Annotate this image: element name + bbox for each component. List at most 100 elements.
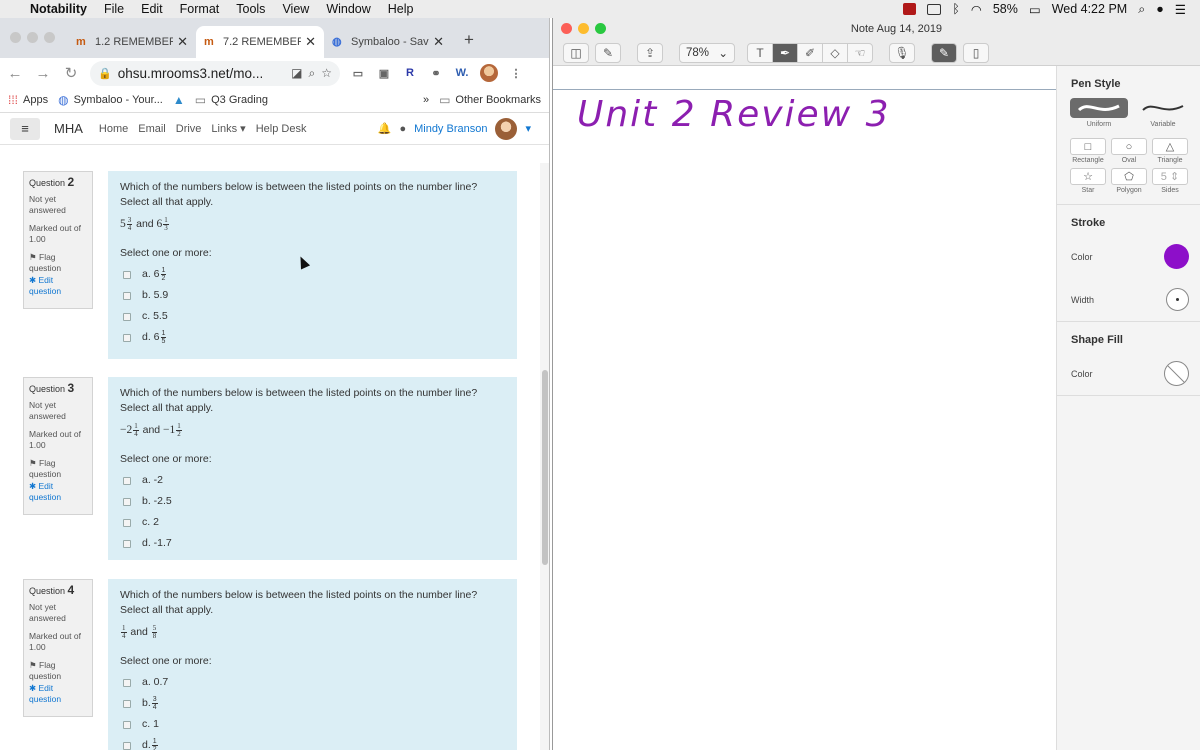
lock-icon[interactable]: 🔒 [98,67,112,80]
answer-option[interactable]: c. 1 [120,714,505,735]
answer-checkbox[interactable] [123,678,131,687]
answer-checkbox[interactable] [123,291,131,300]
answer-option[interactable]: c. 2 [120,512,505,533]
browser-tab-1[interactable]: m 1.2 REMEMBER TI ✕ [68,26,196,58]
battery-icon[interactable]: ▭ [1029,2,1041,17]
sidebar-toggle-icon[interactable]: ◫ [563,42,589,63]
bookmark-star-icon[interactable]: ☆ [321,66,332,80]
recording-icon[interactable] [903,3,917,15]
cast-extension-icon[interactable]: ▭ [350,67,366,80]
hamburger-menu-icon[interactable]: ≡ [10,117,40,140]
pages-panel-icon[interactable]: ▯ [963,42,989,63]
answer-option[interactable]: c. 5.5 [120,306,505,327]
share-icon[interactable]: ⇪ [637,42,663,63]
clock[interactable]: Wed 4:22 PM [1052,2,1128,16]
answer-checkbox[interactable] [123,720,131,729]
no-fill-swatch-icon[interactable] [1164,361,1189,386]
answer-checkbox[interactable] [123,270,131,279]
answer-option[interactable]: b. -2.5 [120,491,505,512]
user-name[interactable]: Mindy Branson [414,123,487,135]
answer-checkbox[interactable] [123,497,131,506]
siri-icon[interactable]: ● [1156,2,1164,16]
share-extension-icon[interactable]: ⚭ [428,67,444,80]
reload-icon[interactable]: ↻ [62,64,80,82]
bookmark-tree[interactable]: ▲ [173,93,185,107]
answer-option[interactable]: a. 0.7 [120,672,505,693]
answer-checkbox[interactable] [123,476,131,485]
answer-option[interactable]: a. 612 [120,264,505,285]
scrollbar-thumb[interactable] [542,370,548,565]
minimize-window-button[interactable] [27,32,38,43]
bookmark-q3-grading[interactable]: ▭ Q3 Grading [195,93,268,107]
text-tool-icon[interactable]: T [747,42,773,63]
w-extension-icon[interactable]: W. [454,67,470,79]
user-menu-caret-icon[interactable]: ▾ [525,122,531,135]
profile-avatar[interactable] [480,64,498,82]
pen-settings-icon[interactable]: ✎ [931,42,957,63]
answer-checkbox[interactable] [123,312,131,321]
back-icon[interactable]: ← [6,65,24,82]
nav-help-desk[interactable]: Help Desk [256,123,307,135]
sides-value[interactable]: 5 ⇕ [1152,168,1188,185]
highlighter-tool-icon[interactable]: ✐ [797,42,823,63]
edit-question[interactable]: ✱ Edit question [29,275,87,298]
edit-question[interactable]: ✱ Edit question [29,481,87,504]
edit-question[interactable]: ✱ Edit question [29,683,87,706]
answer-option[interactable]: a. -2 [120,470,505,491]
bookmarks-overflow[interactable]: » [423,94,429,106]
spotlight-search-icon[interactable]: ⌕ [1138,2,1145,17]
other-bookmarks[interactable]: ▭ Other Bookmarks [439,93,541,107]
menu-help[interactable]: Help [388,2,414,16]
menu-edit[interactable]: Edit [141,2,163,16]
lasso-tool-icon[interactable]: ☜ [847,42,873,63]
eraser-tool-icon[interactable]: ◇ [822,42,848,63]
notification-bell-icon[interactable]: 🔔 [378,122,392,135]
extension-icon[interactable]: ▣ [376,67,392,80]
answer-checkbox[interactable] [123,518,131,527]
zoom-select[interactable]: 78% ⌄ [679,42,735,63]
pen-tool-icon[interactable]: ✒ [772,42,798,63]
answer-checkbox[interactable] [123,741,131,750]
forward-icon[interactable]: → [34,65,52,82]
pen-variable-option[interactable]: Variable [1134,98,1192,128]
pen-uniform-option[interactable]: Uniform [1070,98,1128,128]
nav-drive[interactable]: Drive [176,123,202,135]
new-note-icon[interactable]: ✎ [595,42,621,63]
menu-format[interactable]: Format [180,2,220,16]
answer-option[interactable]: d. -1.7 [120,533,505,554]
sides-stepper[interactable]: 5 ⇕ Sides [1152,168,1188,194]
microphone-icon[interactable]: 🎙 [889,42,915,63]
page-scrollbar[interactable] [540,163,549,750]
answer-option[interactable]: d. 12 [120,735,505,750]
shape-oval[interactable]: ○ Oval [1111,138,1147,164]
new-tab-button[interactable]: + [464,30,474,50]
zoom-icon[interactable]: ⌕ [309,66,316,81]
minimize-window-button[interactable] [578,23,589,34]
shape-polygon[interactable]: ⬠ Polygon [1111,168,1147,194]
close-window-button[interactable] [561,23,572,34]
bookmark-symbaloo[interactable]: ◍ Symbaloo - Your... [58,93,163,107]
answer-option[interactable]: b. 34 [120,693,505,714]
close-tab-icon[interactable]: ✕ [433,34,444,50]
bookmark-apps[interactable]: ⁞⁞⁞ Apps [8,93,48,107]
shape-rectangle[interactable]: □ Rectangle [1070,138,1106,164]
messages-icon[interactable]: ● [399,123,406,135]
blocked-popup-icon[interactable]: ◪ [291,66,302,80]
close-window-button[interactable] [10,32,21,43]
close-tab-icon[interactable]: ✕ [305,34,316,50]
menu-tools[interactable]: Tools [236,2,265,16]
r-extension-icon[interactable]: R [402,67,418,79]
note-canvas[interactable]: Unit 2 Review 3 [553,66,1056,750]
close-tab-icon[interactable]: ✕ [177,34,188,50]
flag-question[interactable]: ⚑ Flag question [29,660,87,683]
notification-center-icon[interactable]: ☰ [1175,2,1186,17]
answer-checkbox[interactable] [123,699,131,708]
wifi-icon[interactable]: ◠ [971,2,982,17]
answer-checkbox[interactable] [123,539,131,548]
flag-question[interactable]: ⚑ Flag question [29,252,87,275]
zoom-window-button[interactable] [44,32,55,43]
nav-email[interactable]: Email [138,123,166,135]
stroke-color-swatch[interactable] [1164,244,1189,269]
browser-tab-3[interactable]: ◍ Symbaloo - Save ✕ [324,26,452,58]
shape-triangle[interactable]: △ Triangle [1152,138,1188,164]
